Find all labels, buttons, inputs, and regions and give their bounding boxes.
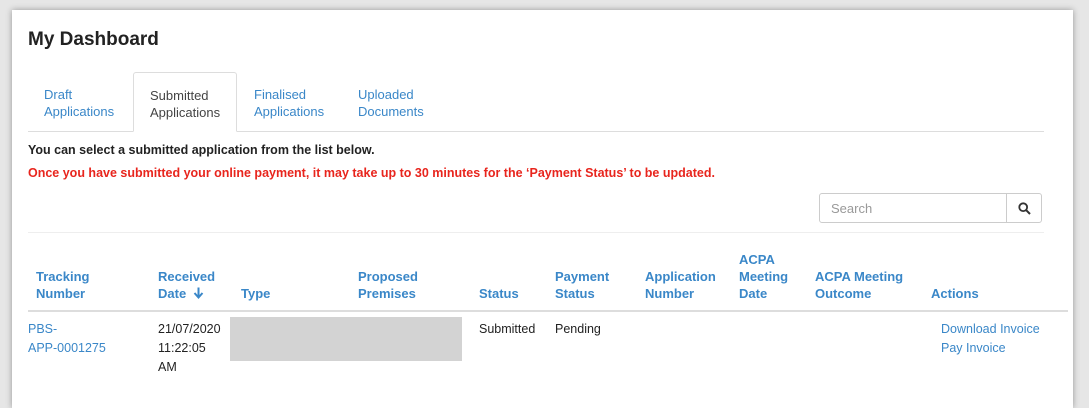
cell-line: APP-0001275: [28, 341, 106, 355]
header-line: Date: [739, 286, 768, 301]
table-header-border: [28, 310, 1068, 312]
search-icon: [1017, 201, 1031, 215]
header-line: Proposed: [358, 269, 418, 284]
cell-line: 21/07/2020: [158, 322, 221, 336]
header-line: Number: [36, 286, 86, 301]
tab-finalised-applications[interactable]: Finalised Applications: [238, 72, 342, 130]
tab-label-line1: Finalised: [254, 87, 307, 102]
column-header-type[interactable]: Type: [241, 285, 270, 302]
dashboard-panel: My Dashboard Draft Applications Submitte…: [12, 10, 1073, 408]
column-header-payment-status[interactable]: Payment Status: [555, 268, 609, 302]
header-line: ACPA: [739, 252, 775, 267]
column-header-status[interactable]: Status: [479, 285, 519, 302]
tab-label-line2: Applications: [44, 104, 115, 119]
header-line: Application: [645, 269, 716, 284]
cell-line: AM: [158, 360, 177, 374]
tab-label-line1: Draft: [44, 87, 73, 102]
header-line: Number: [645, 286, 695, 301]
tab-bar: Draft Applications Submitted Application…: [28, 72, 1044, 132]
status-cell: Submitted: [479, 322, 536, 336]
actions-cell: Download Invoice Pay Invoice: [941, 320, 1040, 358]
redacted-block: [230, 317, 462, 361]
tab-uploaded-documents[interactable]: Uploaded Documents: [342, 72, 446, 130]
header-line: Status: [479, 286, 519, 301]
header-line: Payment: [555, 269, 610, 284]
search-button[interactable]: [1006, 194, 1041, 222]
header-line: Actions: [931, 286, 979, 301]
column-header-tracking-number[interactable]: Tracking Number: [36, 268, 89, 302]
column-header-received-date[interactable]: Received Date: [158, 268, 215, 302]
pay-invoice-link[interactable]: Pay Invoice: [941, 339, 1040, 358]
tracking-number-link[interactable]: PBS- APP-0001275: [28, 320, 106, 358]
header-line: Date: [158, 285, 215, 302]
cell-line: PBS-: [28, 322, 58, 336]
column-header-acpa-meeting-date[interactable]: ACPA Meeting Date: [739, 251, 788, 302]
header-line: Received: [158, 269, 216, 284]
info-message: You can select a submitted application f…: [28, 143, 375, 157]
tab-label-line1: Submitted: [150, 88, 209, 103]
search-input[interactable]: [820, 194, 1006, 222]
tab-draft-applications[interactable]: Draft Applications: [28, 72, 132, 130]
column-header-proposed-premises[interactable]: Proposed Premises: [358, 268, 418, 302]
cell-line: 11:22:05: [158, 341, 206, 355]
page-title: My Dashboard: [28, 29, 159, 50]
download-invoice-link[interactable]: Download Invoice: [941, 320, 1040, 339]
payment-status-cell: Pending: [555, 322, 601, 336]
tab-label-line2: Documents: [358, 104, 424, 119]
header-line: Status: [555, 286, 595, 301]
tab-label-line2: Applications: [254, 104, 325, 119]
payment-warning-message: Once you have submitted your online paym…: [28, 166, 715, 180]
header-line: Type: [241, 286, 271, 301]
tab-submitted-applications[interactable]: Submitted Applications: [133, 72, 237, 132]
divider: [28, 232, 1044, 233]
column-header-actions: Actions: [931, 285, 979, 302]
column-header-acpa-meeting-outcome[interactable]: ACPA Meeting Outcome: [815, 268, 903, 302]
column-header-application-number[interactable]: Application Number: [645, 268, 716, 302]
arrow-down-icon: [193, 287, 204, 300]
header-line: Outcome: [815, 286, 872, 301]
header-line: Tracking: [36, 269, 90, 284]
header-text: Date: [158, 286, 187, 301]
tab-label-line2: Applications: [150, 105, 221, 120]
tab-label-line1: Uploaded: [358, 87, 414, 102]
header-line: Meeting: [739, 269, 789, 284]
search-box: [819, 193, 1042, 223]
header-line: ACPA Meeting: [815, 269, 904, 284]
header-line: Premises: [358, 286, 416, 301]
received-date-cell: 21/07/2020 11:22:05 AM: [158, 320, 221, 377]
